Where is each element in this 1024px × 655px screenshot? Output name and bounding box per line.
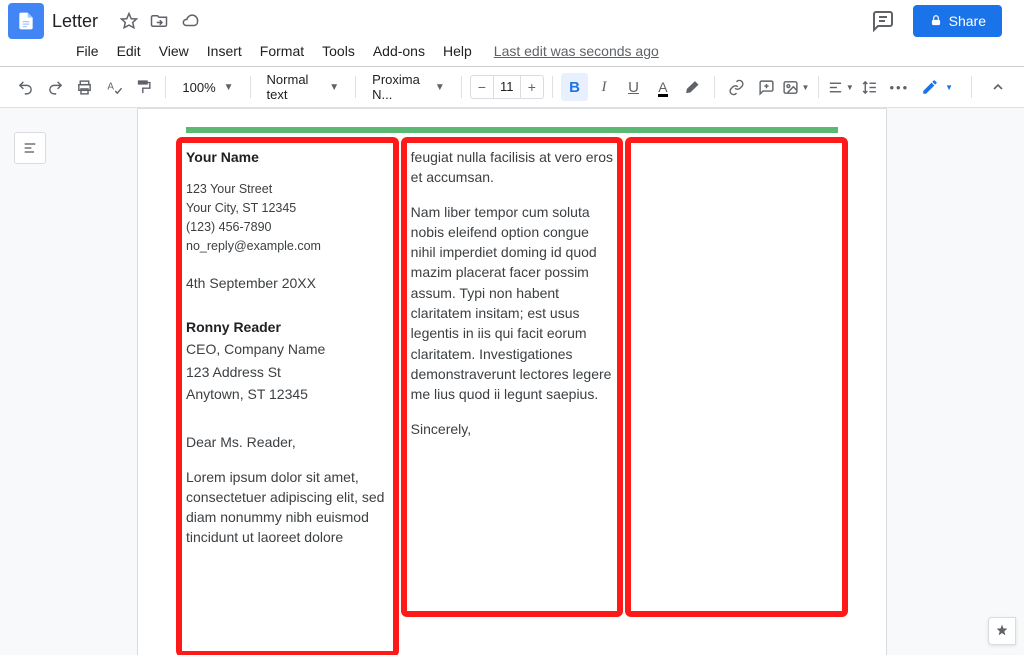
caret-down-icon: ▼ — [435, 82, 445, 93]
sender-city: Your City, ST 12345 — [186, 200, 389, 217]
menu-view[interactable]: View — [151, 39, 197, 63]
menu-format[interactable]: Format — [252, 39, 312, 63]
salutation: Dear Ms. Reader, — [186, 432, 389, 452]
comments-icon[interactable] — [871, 9, 895, 33]
menu-addons[interactable]: Add-ons — [365, 39, 433, 63]
menu-tools[interactable]: Tools — [314, 39, 363, 63]
paragraph-style-select[interactable]: Normal text▼ — [259, 74, 348, 100]
text-color-button[interactable]: A — [649, 73, 676, 101]
sender-name: Your Name — [186, 147, 389, 167]
sender-email: no_reply@example.com — [186, 238, 389, 255]
menu-insert[interactable]: Insert — [199, 39, 250, 63]
menu-edit[interactable]: Edit — [109, 39, 149, 63]
menu-help[interactable]: Help — [435, 39, 480, 63]
underline-button[interactable]: U — [620, 73, 647, 101]
bold-button[interactable]: B — [561, 73, 588, 101]
doc-title[interactable]: Letter — [52, 11, 98, 32]
star-icon[interactable] — [120, 12, 138, 30]
font-size-stepper[interactable]: − 11 + — [470, 75, 544, 99]
highlight-button[interactable] — [679, 73, 706, 101]
docs-logo[interactable] — [8, 3, 44, 39]
line-spacing-button[interactable] — [856, 73, 883, 101]
font-size-value[interactable]: 11 — [493, 76, 521, 98]
align-button[interactable]: ▼ — [827, 73, 854, 101]
font-size-increase[interactable]: + — [521, 76, 543, 98]
more-button[interactable]: ••• — [886, 73, 913, 101]
caret-down-icon: ▼ — [945, 83, 953, 92]
last-edit-link[interactable]: Last edit was seconds ago — [494, 43, 659, 59]
insert-image-button[interactable]: ▼ — [782, 73, 809, 101]
svg-text:A: A — [107, 81, 114, 92]
cloud-status-icon[interactable] — [180, 12, 200, 30]
body-paragraph-1: Lorem ipsum dolor sit amet, consectetuer… — [186, 467, 389, 548]
recipient-city: Anytown, ST 12345 — [186, 384, 389, 404]
spellcheck-button[interactable]: A — [100, 73, 127, 101]
undo-button[interactable] — [12, 73, 39, 101]
menu-file[interactable]: File — [68, 39, 107, 63]
hide-menus-button[interactable] — [984, 73, 1012, 101]
font-family-select[interactable]: Proxima N...▼ — [364, 74, 453, 100]
italic-button[interactable]: I — [590, 73, 617, 101]
toolbar: A 100%▼ Normal text▼ Proxima N...▼ − 11 … — [0, 67, 1024, 108]
share-button[interactable]: Share — [913, 5, 1002, 37]
sender-street: 123 Your Street — [186, 181, 389, 198]
print-button[interactable] — [71, 73, 98, 101]
body-paragraph-2b: Nam liber tempor cum soluta nobis eleife… — [411, 202, 614, 405]
sender-phone: (123) 456-7890 — [186, 219, 389, 236]
body-paragraph-2a: feugiat nulla facilisis at vero eros et … — [411, 147, 614, 188]
font-size-decrease[interactable]: − — [471, 76, 493, 98]
outline-toggle[interactable] — [14, 132, 46, 164]
move-icon[interactable] — [150, 12, 168, 30]
header-rule — [186, 127, 838, 133]
explore-button[interactable] — [988, 617, 1016, 645]
document-page[interactable]: Your Name 123 Your Street Your City, ST … — [137, 108, 887, 655]
redo-button[interactable] — [41, 73, 68, 101]
insert-link-button[interactable] — [723, 73, 750, 101]
recipient-name: Ronny Reader — [186, 317, 389, 337]
share-label: Share — [949, 13, 986, 29]
annotation-box-3 — [625, 137, 848, 617]
editing-mode-button[interactable]: ▼ — [915, 76, 959, 98]
recipient-street: 123 Address St — [186, 362, 389, 382]
paint-format-button[interactable] — [130, 73, 157, 101]
letter-date: 4th September 20XX — [186, 273, 389, 293]
add-comment-button[interactable] — [753, 73, 780, 101]
caret-down-icon: ▼ — [329, 82, 339, 93]
caret-down-icon: ▼ — [224, 82, 234, 93]
zoom-select[interactable]: 100%▼ — [174, 74, 241, 100]
recipient-title: CEO, Company Name — [186, 339, 389, 359]
closing: Sincerely, — [411, 419, 614, 439]
